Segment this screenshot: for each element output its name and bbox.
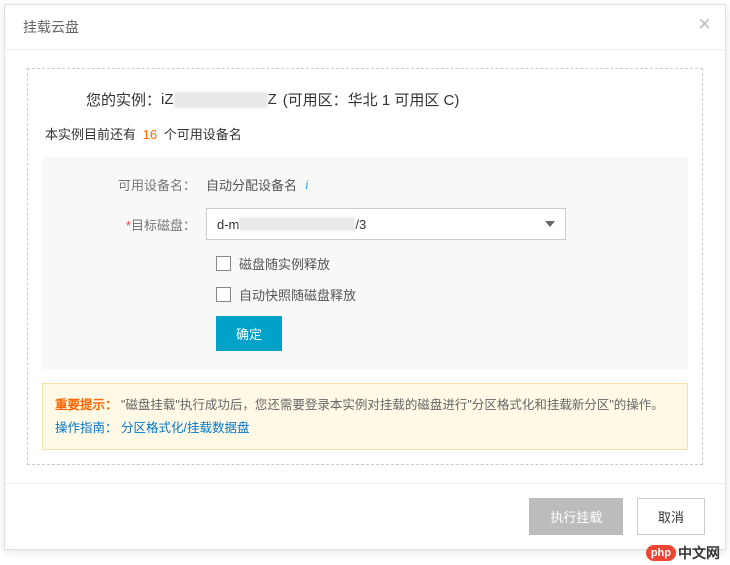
device-count-suffix: 个可用设备名 xyxy=(164,127,242,142)
release-with-instance-checkbox[interactable] xyxy=(216,256,231,271)
target-disk-select[interactable]: d-m /3 xyxy=(206,208,566,240)
instance-zone: (可用区：华北 1 可用区 C) xyxy=(283,89,460,110)
instance-id-prefix: iZ xyxy=(161,91,174,108)
modal-header: 挂载云盘 × xyxy=(5,5,725,50)
modal-footer: 执行挂载 取消 xyxy=(5,483,725,549)
device-count-prefix: 本实例目前还有 xyxy=(45,127,136,142)
hint-box: 重要提示： "磁盘挂载"执行成功后，您还需要登录本实例对挂载的磁盘进行"分区格式… xyxy=(42,383,688,450)
device-name-value-wrap: 自动分配设备名 i xyxy=(206,175,309,194)
execute-mount-button[interactable]: 执行挂载 xyxy=(529,498,623,535)
modal-title: 挂载云盘 xyxy=(23,19,79,35)
info-icon[interactable]: i xyxy=(305,177,309,193)
device-name-row: 可用设备名： 自动分配设备名 i xyxy=(58,175,672,194)
device-name-label: 可用设备名： xyxy=(58,175,206,194)
mount-disk-modal: 挂载云盘 × 您的实例： iZ Z (可用区：华北 1 可用区 C) 本实例目前… xyxy=(4,4,726,550)
content-panel: 您的实例： iZ Z (可用区：华北 1 可用区 C) 本实例目前还有 16 个… xyxy=(27,68,703,465)
close-icon[interactable]: × xyxy=(698,13,711,35)
hint-strong: 重要提示： xyxy=(55,398,118,412)
hint-guide-label: 操作指南： xyxy=(55,421,118,435)
release-snapshot-row[interactable]: 自动快照随磁盘释放 xyxy=(216,285,672,304)
watermark-text: 中文网 xyxy=(678,543,720,563)
watermark: php 中文网 xyxy=(646,543,720,563)
target-disk-suffix: /3 xyxy=(355,217,366,232)
release-with-instance-row[interactable]: 磁盘随实例释放 xyxy=(216,254,672,273)
confirm-button[interactable]: 确定 xyxy=(216,316,282,351)
instance-id-suffix: Z xyxy=(268,91,277,108)
release-snapshot-checkbox[interactable] xyxy=(216,287,231,302)
form-panel: 可用设备名： 自动分配设备名 i *目标磁盘： d-m /3 xyxy=(42,157,688,369)
target-disk-row: *目标磁盘： d-m /3 xyxy=(58,208,672,240)
instance-info: 您的实例： iZ Z (可用区：华北 1 可用区 C) xyxy=(86,89,688,110)
hint-guide-link[interactable]: 分区格式化/挂载数据盘 xyxy=(121,421,249,435)
watermark-badge: php xyxy=(646,545,676,561)
device-count-line: 本实例目前还有 16 个可用设备名 xyxy=(45,124,688,143)
device-count-value: 16 xyxy=(143,127,157,142)
target-disk-censored xyxy=(239,217,355,231)
modal-body: 您的实例： iZ Z (可用区：华北 1 可用区 C) 本实例目前还有 16 个… xyxy=(5,50,725,483)
device-name-value: 自动分配设备名 xyxy=(206,175,297,194)
instance-label: 您的实例： xyxy=(86,89,161,110)
cancel-button[interactable]: 取消 xyxy=(637,498,705,535)
hint-text: "磁盘挂载"执行成功后，您还需要登录本实例对挂载的磁盘进行"分区格式化和挂载新分… xyxy=(121,398,664,412)
chevron-down-icon xyxy=(545,221,555,227)
release-with-instance-label: 磁盘随实例释放 xyxy=(239,254,330,273)
instance-id-censored xyxy=(174,92,268,108)
target-disk-label: *目标磁盘： xyxy=(58,215,206,234)
target-disk-prefix: d-m xyxy=(217,217,239,232)
release-snapshot-label: 自动快照随磁盘释放 xyxy=(239,285,356,304)
